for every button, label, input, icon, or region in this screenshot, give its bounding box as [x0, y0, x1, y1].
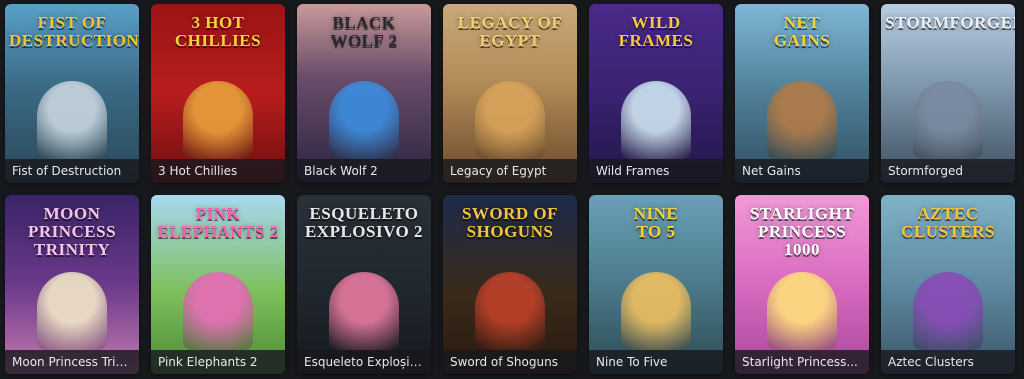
character-art — [183, 81, 253, 159]
game-tile[interactable]: Aztec Clusters Aztec Clusters — [881, 195, 1015, 374]
game-tile[interactable]: Black Wolf 2 Black Wolf 2 — [297, 4, 431, 183]
game-thumbnail: Sword of Shoguns — [443, 195, 577, 374]
game-thumbnail: 3 Hot Chillies — [151, 4, 285, 183]
game-title: Wild Frames — [589, 159, 723, 183]
game-tile[interactable]: Wild Frames Wild Frames — [589, 4, 723, 183]
game-thumbnail: Starlight Princess 1000 — [735, 195, 869, 374]
game-title: Sword of Shoguns — [443, 350, 577, 374]
character-art — [475, 81, 545, 159]
game-tile[interactable]: Legacy of Egypt Legacy of Egypt — [443, 4, 577, 183]
game-logo: Stormforged — [885, 13, 1015, 32]
game-title: Aztec Clusters — [881, 350, 1015, 374]
game-tile[interactable]: Starlight Princess 1000 Starlight Princes… — [735, 195, 869, 374]
game-title: Fist of Destruction — [5, 159, 139, 183]
game-thumbnail: Esqueleto Explosivo 2 — [297, 195, 431, 374]
game-logo: Pink Elephants 2 — [157, 204, 279, 241]
game-title: Stormforged — [881, 159, 1015, 183]
character-art — [913, 81, 983, 159]
game-logo: Wild Frames — [618, 13, 694, 50]
game-logo: Net Gains — [773, 13, 831, 50]
game-tile[interactable]: Stormforged Stormforged — [881, 4, 1015, 183]
character-art — [329, 81, 399, 159]
game-thumbnail: Moon Princess Trinity — [5, 195, 139, 374]
game-tile[interactable]: 3 Hot Chillies 3 Hot Chillies — [151, 4, 285, 183]
game-thumbnail: Fist of Destruction — [5, 4, 139, 183]
game-tile[interactable]: Sword of Shoguns Sword of Shoguns — [443, 195, 577, 374]
game-logo: 3 Hot Chillies — [174, 13, 262, 50]
game-tile[interactable]: Net Gains Net Gains — [735, 4, 869, 183]
game-tile[interactable]: Fist of Destruction Fist of Destruction — [5, 4, 139, 183]
character-art — [183, 272, 253, 350]
game-thumbnail: Pink Elephants 2 — [151, 195, 285, 374]
game-logo: Starlight Princess 1000 — [749, 204, 855, 259]
game-logo: Aztec Clusters — [901, 204, 995, 241]
game-thumbnail: Net Gains — [735, 4, 869, 183]
character-art — [913, 272, 983, 350]
game-tile[interactable]: Pink Elephants 2 Pink Elephants 2 — [151, 195, 285, 374]
character-art — [475, 272, 545, 350]
game-thumbnail: Stormforged — [881, 4, 1015, 183]
game-thumbnail: Legacy of Egypt — [443, 4, 577, 183]
game-tile[interactable]: Moon Princess Trinity Moon Princess Tri… — [5, 195, 139, 374]
game-title: Legacy of Egypt — [443, 159, 577, 183]
game-title: Starlight Princess... — [735, 350, 869, 374]
game-title: Moon Princess Tri… — [5, 350, 139, 374]
game-thumbnail: Black Wolf 2 — [297, 4, 431, 183]
character-art — [329, 272, 399, 350]
game-logo: Nine To 5 — [633, 204, 679, 241]
character-art — [621, 272, 691, 350]
game-title: Pink Elephants 2 — [151, 350, 285, 374]
game-thumbnail: Wild Frames — [589, 4, 723, 183]
game-title: Black Wolf 2 — [297, 159, 431, 183]
game-thumbnail: Nine To 5 — [589, 195, 723, 374]
game-title: Net Gains — [735, 159, 869, 183]
game-logo: Black Wolf 2 — [330, 13, 398, 50]
game-logo: Moon Princess Trinity — [27, 204, 117, 259]
game-logo: Legacy of Egypt — [457, 13, 563, 50]
game-thumbnail: Aztec Clusters — [881, 195, 1015, 374]
game-title: 3 Hot Chillies — [151, 159, 285, 183]
character-art — [621, 81, 691, 159]
character-art — [767, 272, 837, 350]
game-tile[interactable]: Esqueleto Explosivo 2 Esqueleto Exploși… — [297, 195, 431, 374]
game-logo: Esqueleto Explosivo 2 — [304, 204, 424, 241]
game-logo: Sword of Shoguns — [461, 204, 559, 241]
game-logo: Fist of Destruction — [9, 13, 139, 50]
character-art — [37, 272, 107, 350]
game-title: Esqueleto Exploși… — [297, 350, 431, 374]
character-art — [37, 81, 107, 159]
character-art — [767, 81, 837, 159]
game-tile[interactable]: Nine To 5 Nine To Five — [589, 195, 723, 374]
game-grid: Fist of Destruction Fist of Destruction 3 … — [5, 4, 1015, 374]
game-title: Nine To Five — [589, 350, 723, 374]
